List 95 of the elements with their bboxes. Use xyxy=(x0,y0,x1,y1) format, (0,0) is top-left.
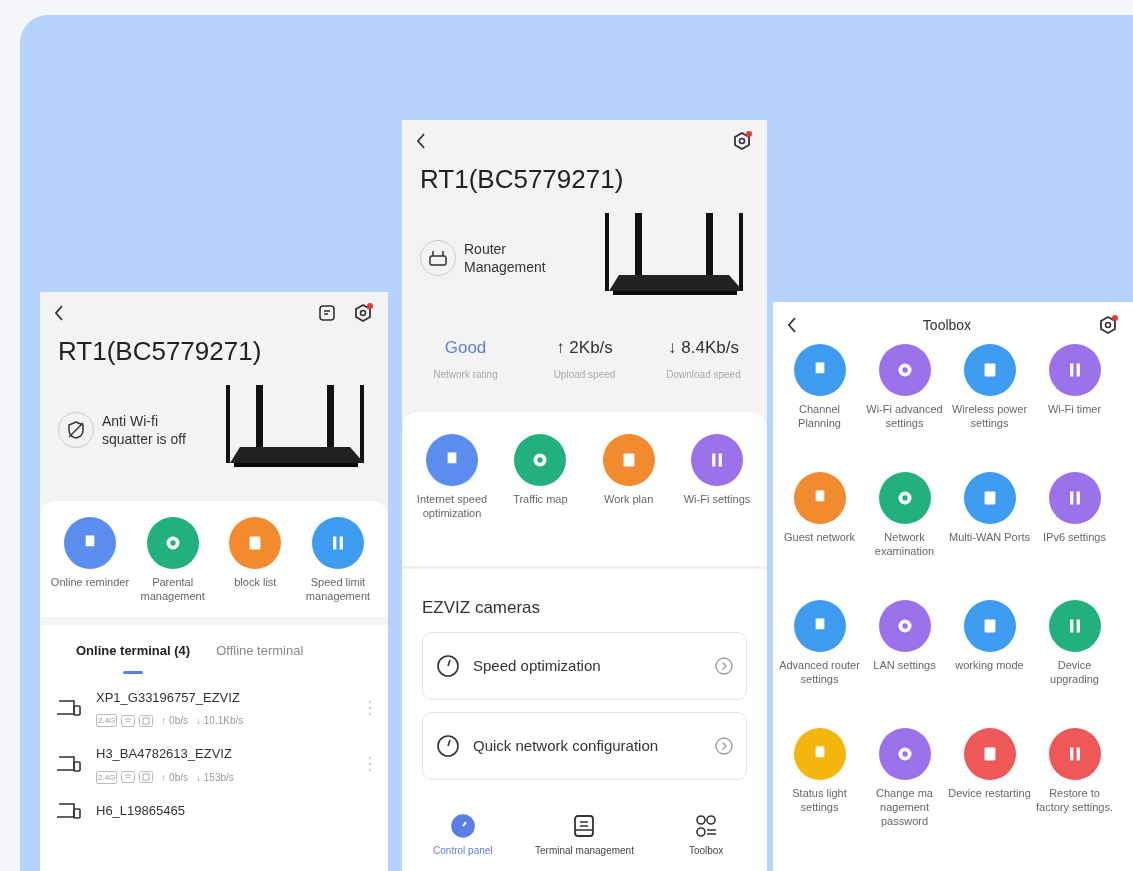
back-icon[interactable] xyxy=(416,133,426,149)
dashboard-icon xyxy=(450,814,475,838)
app-icon[interactable] xyxy=(1048,600,1101,652)
devices-icon xyxy=(56,754,82,775)
band-tag: 2.4G xyxy=(96,770,118,784)
app-icon[interactable] xyxy=(878,472,931,524)
stat-value: ↑ 2Kb/s xyxy=(556,337,613,359)
tile-label: IPv6 settings xyxy=(1043,530,1106,544)
tile-label: working mode xyxy=(955,658,1024,672)
tile-label: Work plan xyxy=(604,491,654,506)
tile-label: Guest network xyxy=(784,530,855,544)
terminal-name: H3_BA4782613_EZVIZ xyxy=(96,745,233,763)
tile-label: Internet speed optimization xyxy=(415,491,489,520)
app-icon[interactable] xyxy=(793,472,846,524)
stat-value: ↓ 8.4Kb/s xyxy=(668,337,739,359)
tile-label: Traffic map xyxy=(513,491,568,506)
app-icon[interactable] xyxy=(691,433,743,486)
download-speed: ↓ 10.1Kb/s xyxy=(196,714,244,728)
tile-label: Device restarting xyxy=(948,786,1031,800)
nav-tab[interactable]: Terminal management xyxy=(534,814,635,857)
tile-label: Change ma nagement password xyxy=(875,786,934,828)
app-icon[interactable] xyxy=(229,517,282,569)
app-icon[interactable] xyxy=(963,728,1016,780)
tile-label: Advanced router settings xyxy=(778,658,861,686)
device-title: RT1(BC5779271) xyxy=(419,163,625,196)
stat-label: Download speed xyxy=(666,367,741,382)
list-icon xyxy=(572,814,597,838)
app-icon[interactable] xyxy=(146,517,199,569)
terminal-tab[interactable]: Offline terminal xyxy=(216,641,304,680)
tile-label: Wi-Fi advanced settings xyxy=(865,402,944,430)
app-icon[interactable] xyxy=(1048,728,1101,780)
chevron-icon xyxy=(714,656,734,676)
app-icon[interactable] xyxy=(963,472,1016,524)
app-icon[interactable] xyxy=(793,728,846,780)
terminal-name: XP1_G33196757_EZVIZ xyxy=(96,688,241,707)
grid-icon xyxy=(694,814,719,838)
settings-icon[interactable] xyxy=(1097,314,1119,336)
app-icon[interactable] xyxy=(878,344,931,396)
screen-title: Toolbox xyxy=(922,315,972,335)
app-icon[interactable] xyxy=(64,517,116,569)
chevron-icon xyxy=(714,736,734,756)
tile-label: Status light settings xyxy=(791,786,848,814)
status-text: Router Management xyxy=(464,240,547,276)
tag-icon xyxy=(139,771,154,783)
tile-label: Wireless power settings xyxy=(950,402,1029,430)
devices-icon xyxy=(56,697,82,718)
stat-label: Upload speed xyxy=(553,367,616,382)
app-icon[interactable] xyxy=(963,344,1016,396)
app-icon[interactable] xyxy=(963,600,1016,652)
settings-icon[interactable] xyxy=(731,130,753,152)
tile-label: Online reminder xyxy=(50,575,130,589)
tile-label: Wi-Fi timer xyxy=(1047,402,1102,416)
terminal-name: H6_L19865465 xyxy=(96,801,186,820)
download-speed: ↓ 153b/s xyxy=(196,770,234,785)
back-icon[interactable] xyxy=(787,317,797,333)
app-icon[interactable] xyxy=(1048,472,1101,524)
upload-speed: ↑ 0b/s xyxy=(161,770,189,785)
tile-label: Multi-WAN Ports xyxy=(949,530,1030,544)
tile-label: Speed limit management xyxy=(304,575,372,603)
app-icon[interactable] xyxy=(878,600,931,652)
tile-label: block list xyxy=(234,575,277,589)
tile-label: LAN settings xyxy=(873,658,936,672)
nav-tab[interactable]: Toolbox xyxy=(656,814,757,857)
stat-value: Good xyxy=(444,337,487,359)
terminal-tab[interactable]: Online terminal (4) xyxy=(76,641,191,680)
nav-tab[interactable]: Control panel xyxy=(412,814,513,857)
app-icon[interactable] xyxy=(793,600,846,652)
upload-speed: ↑ 0b/s xyxy=(161,714,189,728)
tile-label: Parental management xyxy=(139,575,206,603)
tile-label: Network examination xyxy=(873,530,936,558)
tag-icon xyxy=(139,714,154,727)
tile-label: Restore to factory settings. xyxy=(1034,786,1114,814)
app-icon[interactable] xyxy=(1048,344,1101,396)
band-tag: 2.4G xyxy=(96,714,118,727)
tile-label: Wi-Fi settings xyxy=(683,491,751,506)
devices-icon xyxy=(56,800,82,821)
settings-icon[interactable] xyxy=(352,302,374,324)
back-icon[interactable] xyxy=(54,305,64,321)
status-text: Anti Wi-fi squatter is off xyxy=(102,412,187,448)
tile-label: Device upgrading xyxy=(1049,658,1100,686)
stat-label: Network rating xyxy=(433,367,498,382)
tile-label: Channel Planning xyxy=(797,402,842,430)
notes-icon[interactable] xyxy=(318,304,336,322)
app-icon[interactable] xyxy=(793,344,846,396)
section-title: EZVIZ cameras xyxy=(421,596,542,619)
camera-action-row[interactable]: Quick network configuration xyxy=(422,712,747,780)
wifi-tag-icon xyxy=(121,771,136,783)
wifi-tag-icon xyxy=(121,714,136,727)
camera-action-row[interactable]: Speed optimization xyxy=(422,632,747,700)
app-icon[interactable] xyxy=(426,433,478,486)
app-icon[interactable] xyxy=(878,728,931,780)
app-icon[interactable] xyxy=(311,517,364,569)
gauge-icon xyxy=(435,733,461,759)
device-title: RT1(BC5779271) xyxy=(57,335,263,368)
gauge-icon xyxy=(435,653,461,679)
